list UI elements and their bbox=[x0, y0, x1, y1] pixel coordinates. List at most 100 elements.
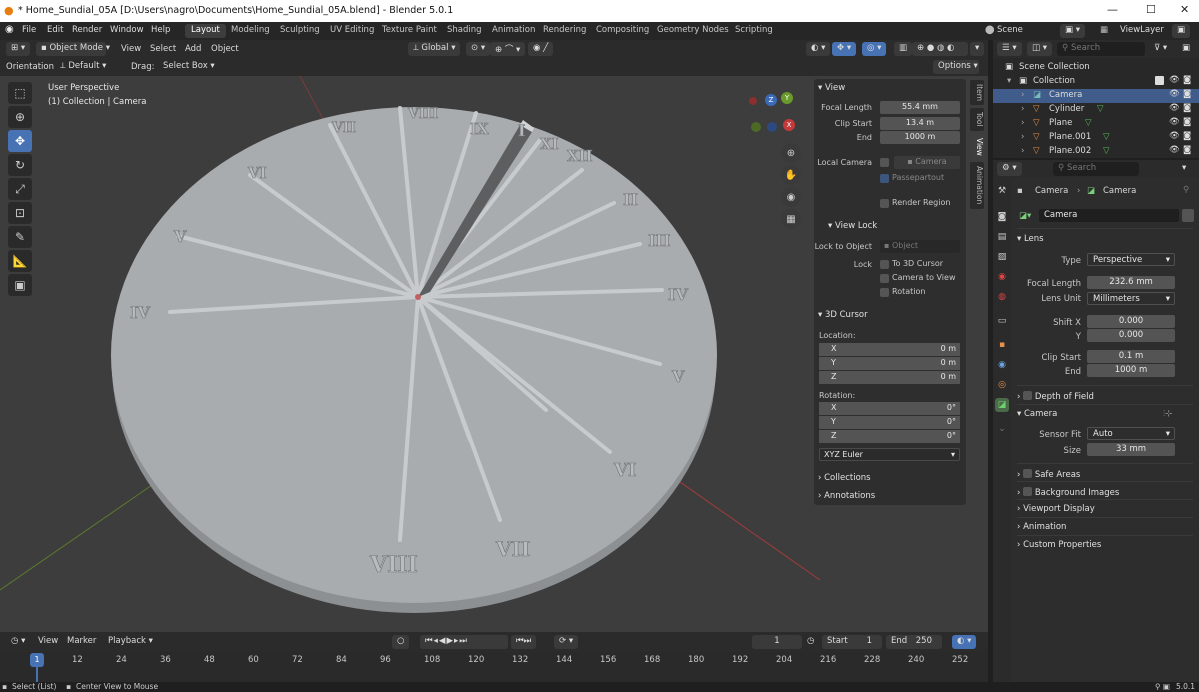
blender-menu-icon[interactable]: ◉ bbox=[5, 24, 14, 35]
ortho-grid-icon[interactable]: ▦ bbox=[781, 209, 801, 229]
start-frame-field[interactable]: Start 1 bbox=[822, 635, 882, 649]
to-3d-cursor-checkbox[interactable] bbox=[880, 260, 889, 269]
tab-modeling[interactable]: Modeling bbox=[225, 24, 276, 38]
transform-icon[interactable]: ⊡ bbox=[8, 202, 32, 224]
lens-section-header[interactable]: ▾ Lens bbox=[1017, 234, 1044, 244]
maximize-icon[interactable]: ☐ bbox=[1146, 3, 1156, 16]
clip-end-field[interactable]: 1000 m bbox=[1087, 364, 1175, 377]
scene-tab-icon[interactable]: ◉ bbox=[995, 270, 1009, 284]
camera-view-icon[interactable]: ◉ bbox=[781, 187, 801, 207]
menu-render[interactable]: Render bbox=[72, 25, 102, 35]
focal-length-field[interactable]: 55.4 mm bbox=[880, 101, 960, 114]
eye-icon[interactable]: 👁 bbox=[1169, 131, 1180, 141]
menu-window[interactable]: Window bbox=[110, 25, 144, 35]
record-icon[interactable]: ○ bbox=[392, 635, 410, 649]
xray-icon[interactable]: ▥ bbox=[894, 42, 913, 56]
rotation-mode-dropdown[interactable]: XYZ Euler ▾ bbox=[819, 448, 960, 461]
shading-options-icon[interactable]: ▾ bbox=[970, 42, 985, 56]
navigation-gizmo[interactable]: Z Y X bbox=[745, 91, 797, 141]
view-layer-name[interactable]: ViewLayer bbox=[1120, 25, 1164, 35]
pan-hand-icon[interactable]: ✋ bbox=[781, 165, 801, 185]
dof-section-header[interactable]: › Depth of Field bbox=[1017, 390, 1094, 402]
focal-length-field[interactable]: 232.6 mm bbox=[1087, 276, 1175, 289]
transform-orientation-dropdown[interactable]: ⟂ Global ▾ bbox=[408, 42, 460, 56]
safe-areas-section[interactable]: › Safe Areas bbox=[1017, 468, 1080, 480]
viewport-display-section[interactable]: › Viewport Display bbox=[1017, 504, 1095, 514]
sensor-size-field[interactable]: 33 mm bbox=[1087, 443, 1175, 456]
mode-dropdown[interactable]: ▪ Object Mode ▾ bbox=[36, 42, 110, 56]
annotations-header[interactable]: › Annotations bbox=[818, 491, 875, 501]
camera-section-header[interactable]: ▾ Camera bbox=[1017, 409, 1057, 419]
camera-render-icon[interactable]: ◙ bbox=[1183, 75, 1191, 85]
fake-user-icon[interactable] bbox=[1182, 209, 1194, 222]
clip-end-field[interactable]: 1000 m bbox=[880, 131, 960, 144]
menu-view[interactable]: View bbox=[121, 44, 141, 54]
expand-icon[interactable]: ▾ bbox=[1007, 76, 1011, 86]
physics-tab-icon[interactable]: ◉ bbox=[995, 358, 1009, 372]
tab-uv-editing[interactable]: UV Editing bbox=[324, 24, 380, 38]
collection-tab-icon[interactable]: ▭ bbox=[995, 314, 1009, 328]
gizmo-neg-z[interactable] bbox=[767, 122, 777, 132]
menu-edit[interactable]: Edit bbox=[47, 25, 63, 35]
outliner-row-plane-001[interactable]: › ▽ Plane.001 ▽ 👁 ◙ bbox=[993, 131, 1199, 145]
camera-render-icon[interactable]: ◙ bbox=[1183, 145, 1191, 155]
display-mode-icon[interactable]: ◫ ▾ bbox=[1027, 42, 1052, 56]
tab-rendering[interactable]: Rendering bbox=[537, 24, 592, 38]
render-tab-icon[interactable]: ◙ bbox=[995, 210, 1009, 224]
end-frame-field[interactable]: End 250 bbox=[886, 635, 942, 649]
cursor-x-field[interactable]: X0 m bbox=[819, 343, 960, 356]
tab-scripting[interactable]: Scripting bbox=[729, 24, 779, 38]
rotate-icon[interactable]: ↻ bbox=[8, 154, 32, 176]
background-images-section[interactable]: › Background Images bbox=[1017, 486, 1119, 498]
camera-to-view-checkbox[interactable] bbox=[880, 274, 889, 283]
tab-item[interactable]: Item bbox=[970, 80, 984, 106]
scene-name[interactable]: Scene bbox=[997, 25, 1023, 35]
zoom-icon[interactable]: ⊕ bbox=[781, 143, 801, 163]
gizmo-toggle-icon[interactable]: ✥ ▾ bbox=[832, 42, 857, 56]
proportional-edit-icon[interactable]: ◉ ╱ bbox=[528, 42, 554, 56]
measure-icon[interactable]: 📐 bbox=[8, 250, 32, 272]
collections-header[interactable]: › Collections bbox=[818, 473, 871, 483]
constraints-tab-icon[interactable]: ◎ bbox=[995, 378, 1009, 392]
view-lock-header[interactable]: ▾ View Lock bbox=[828, 221, 877, 231]
timeline-playback-menu[interactable]: Playback ▾ bbox=[108, 636, 153, 646]
gizmo-z-axis[interactable]: Z bbox=[765, 94, 777, 106]
menu-object[interactable]: Object bbox=[211, 44, 239, 54]
tab-layout[interactable]: Layout bbox=[185, 24, 226, 38]
pin-icon[interactable]: ⚲ bbox=[1183, 185, 1189, 195]
preview-range-icon[interactable]: ◷ bbox=[807, 636, 814, 646]
tab-animation[interactable]: Animation bbox=[486, 24, 541, 38]
outliner-row-plane[interactable]: › ▽ Plane ▽ 👁 ◙ bbox=[993, 117, 1199, 131]
tab-texture-paint[interactable]: Texture Paint bbox=[376, 24, 443, 38]
close-icon[interactable]: ✕ bbox=[1180, 3, 1189, 16]
gizmo-neg-x[interactable] bbox=[749, 97, 757, 105]
shading-modes[interactable]: ⊕ ● ◍ ◐ bbox=[912, 42, 968, 56]
orientation-dropdown[interactable]: ⟂ Default ▾ bbox=[55, 60, 125, 74]
playhead[interactable]: 1 bbox=[30, 653, 44, 667]
cursor-rot-y-field[interactable]: Y 0° bbox=[819, 416, 960, 429]
3d-cursor-header[interactable]: ▾ 3D Cursor bbox=[818, 310, 868, 320]
overlays-icon[interactable]: ◎ ▾ bbox=[862, 42, 887, 56]
cursor-rot-z-field[interactable]: Z 0° bbox=[819, 430, 960, 443]
tool-tab-icon[interactable]: ⚒ bbox=[995, 184, 1009, 198]
local-camera-field[interactable]: ▪ Camera bbox=[894, 156, 960, 169]
local-camera-checkbox[interactable] bbox=[880, 158, 889, 167]
filter-icon[interactable]: ⊽ ▾ bbox=[1149, 42, 1173, 56]
auto-keying-icon[interactable]: ⟳ ▾ bbox=[554, 635, 579, 649]
passepartout-checkbox[interactable] bbox=[880, 174, 889, 183]
collection-checkbox[interactable] bbox=[1155, 76, 1164, 85]
menu-add[interactable]: Add bbox=[185, 44, 201, 54]
lens-unit-dropdown[interactable]: Millimeters ▾ bbox=[1087, 292, 1175, 305]
animation-section[interactable]: › Animation bbox=[1017, 522, 1066, 532]
eye-icon[interactable]: 👁 bbox=[1169, 89, 1180, 99]
view-section-header[interactable]: ▾ View bbox=[818, 83, 845, 93]
dof-checkbox[interactable] bbox=[1023, 391, 1033, 400]
outliner-row-scene-collection[interactable]: ▣ Scene Collection bbox=[993, 61, 1199, 75]
outliner-row-camera[interactable]: › ◪ Camera 👁 ◙ bbox=[993, 89, 1199, 103]
cursor-rot-x-field[interactable]: X 0° bbox=[819, 402, 960, 415]
camera-render-icon[interactable]: ◙ bbox=[1183, 103, 1191, 113]
eye-icon[interactable]: 👁 bbox=[1169, 75, 1180, 85]
outliner-row-cylinder[interactable]: › ▽ Cylinder ▽ 👁 ◙ bbox=[993, 103, 1199, 117]
tabs-more-icon[interactable]: ⌄ bbox=[995, 422, 1009, 436]
tab-shading[interactable]: Shading bbox=[441, 24, 488, 38]
